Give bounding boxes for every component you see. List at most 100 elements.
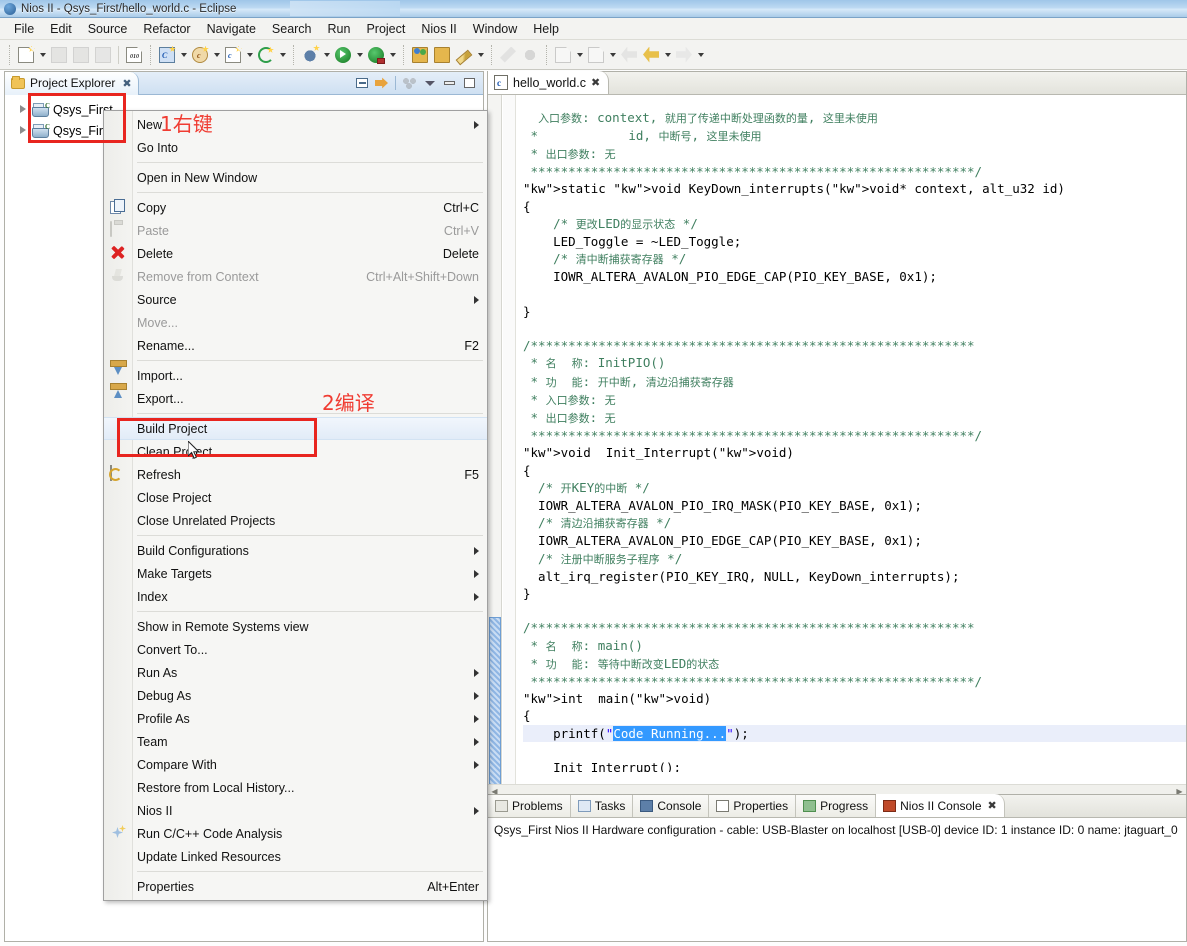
context-menu-item-copy[interactable]: Copy Ctrl+C: [104, 196, 487, 219]
maximize-button[interactable]: [461, 75, 478, 92]
context-menu-item-profile-as[interactable]: Profile As: [104, 707, 487, 730]
forward-button[interactable]: [673, 44, 695, 66]
close-icon[interactable]: ✖: [988, 799, 997, 812]
menu-project[interactable]: Project: [358, 20, 413, 38]
pencil-button[interactable]: [453, 44, 475, 66]
menu-source[interactable]: Source: [80, 20, 136, 38]
context-menu-item-run-c-c-code-analysis[interactable]: Run C/C++ Code Analysis: [104, 822, 487, 845]
save-button[interactable]: [48, 44, 70, 66]
search-references-button[interactable]: [497, 44, 519, 66]
new-file-dropdown[interactable]: [37, 44, 48, 66]
print-button[interactable]: [92, 44, 114, 66]
context-menu-item-import[interactable]: Import...: [104, 364, 487, 387]
context-menu-item-index[interactable]: Index: [104, 585, 487, 608]
tab-problems[interactable]: Problems: [488, 795, 571, 817]
run-dropdown[interactable]: [354, 44, 365, 66]
build-all-button[interactable]: [255, 44, 277, 66]
context-menu-item-close-project[interactable]: Close Project: [104, 486, 487, 509]
menu-navigate[interactable]: Navigate: [199, 20, 264, 38]
context-menu-item-go-into[interactable]: Go Into: [104, 136, 487, 159]
eclipse-icon: [4, 2, 16, 15]
open-perspective-button[interactable]: [431, 44, 453, 66]
build-all-dropdown[interactable]: [277, 44, 288, 66]
collapse-all-button[interactable]: [353, 75, 370, 92]
debug-dropdown[interactable]: [321, 44, 332, 66]
search-implementors-button[interactable]: [519, 44, 541, 66]
new-c-file-button[interactable]: c: [222, 44, 244, 66]
new-cpp-class-dropdown[interactable]: [211, 44, 222, 66]
debug-button[interactable]: [299, 44, 321, 66]
new-c-project-dropdown[interactable]: [178, 44, 189, 66]
context-menu-item-show-in-remote-systems-view[interactable]: Show in Remote Systems view: [104, 615, 487, 638]
menu-help[interactable]: Help: [525, 20, 567, 38]
menu-nios-ii[interactable]: Nios II: [413, 20, 464, 38]
tab-properties[interactable]: Properties: [709, 795, 797, 817]
run-button[interactable]: [332, 44, 354, 66]
back-dropdown[interactable]: [662, 44, 673, 66]
expand-arrow-icon[interactable]: [19, 105, 28, 114]
next-annotation-dropdown[interactable]: [574, 44, 585, 66]
menu-edit[interactable]: Edit: [42, 20, 80, 38]
close-icon[interactable]: ✖: [591, 76, 600, 89]
view-menu-button[interactable]: [421, 75, 438, 92]
menu-refactor[interactable]: Refactor: [135, 20, 198, 38]
external-tools-button[interactable]: [365, 44, 387, 66]
menu-run[interactable]: Run: [320, 20, 359, 38]
context-menu-item-compare-with[interactable]: Compare With: [104, 753, 487, 776]
tab-tasks[interactable]: Tasks: [570, 795, 634, 817]
menu-search[interactable]: Search: [264, 20, 320, 38]
prev-annotation-dropdown[interactable]: [607, 44, 618, 66]
context-menu-item-delete[interactable]: Delete Delete: [104, 242, 487, 265]
focus-on-active-task-button[interactable]: [401, 75, 418, 92]
context-menu-item-run-as[interactable]: Run As: [104, 661, 487, 684]
close-icon[interactable]: ✖: [122, 77, 131, 90]
new-c-project-button[interactable]: C: [156, 44, 178, 66]
editor-vertical-ruler[interactable]: [488, 95, 502, 792]
new-file-button[interactable]: [15, 44, 37, 66]
context-menu-item-properties[interactable]: Properties Alt+Enter: [104, 875, 487, 898]
pencil-dropdown[interactable]: [475, 44, 486, 66]
context-menu-item-restore-from-local-history[interactable]: Restore from Local History...: [104, 776, 487, 799]
context-menu-item-build-project[interactable]: Build Project: [104, 417, 487, 440]
link-with-editor-button[interactable]: [373, 75, 390, 92]
context-menu-item-team[interactable]: Team: [104, 730, 487, 753]
next-annotation-button[interactable]: [552, 44, 574, 66]
tab-project-explorer[interactable]: Project Explorer ✖: [5, 71, 139, 95]
context-menu-item-nios-ii[interactable]: Nios II: [104, 799, 487, 822]
minimize-button[interactable]: [441, 75, 458, 92]
editor-tabrow: c hello_world.c ✖: [488, 71, 1186, 95]
editor-folding-ruler[interactable]: [503, 95, 516, 784]
source-code-text[interactable]: 入口参数: context, 就用了传递中断处理函数的量, 这里未使用 * id…: [517, 108, 1186, 772]
tab-hello-world-c[interactable]: c hello_world.c ✖: [488, 71, 610, 94]
binary-toggle-button[interactable]: 010: [123, 44, 145, 66]
external-tools-dropdown[interactable]: [387, 44, 398, 66]
tab-progress[interactable]: Progress: [796, 795, 877, 817]
prev-annotation-button[interactable]: [585, 44, 607, 66]
context-menu-item-debug-as[interactable]: Debug As: [104, 684, 487, 707]
menu-window[interactable]: Window: [465, 20, 525, 38]
context-menu-item-make-targets[interactable]: Make Targets: [104, 562, 487, 585]
new-perspective-button[interactable]: [409, 44, 431, 66]
back-button[interactable]: [640, 44, 662, 66]
context-menu-item-open-in-new-window[interactable]: Open in New Window: [104, 166, 487, 189]
context-menu-item-rename[interactable]: Rename... F2: [104, 334, 487, 357]
context-menu-item-refresh[interactable]: Refresh F5: [104, 463, 487, 486]
nios-console-output[interactable]: Qsys_First Nios II Hardware configuratio…: [488, 818, 1186, 842]
forward-dropdown[interactable]: [695, 44, 706, 66]
context-menu-item-update-linked-resources[interactable]: Update Linked Resources: [104, 845, 487, 868]
code-editor[interactable]: 入口参数: context, 就用了传递中断处理函数的量, 这里未使用 * id…: [488, 95, 1186, 798]
expand-arrow-icon[interactable]: [19, 126, 28, 135]
new-c-file-dropdown[interactable]: [244, 44, 255, 66]
context-menu-item-convert-to[interactable]: Convert To...: [104, 638, 487, 661]
save-all-button[interactable]: [70, 44, 92, 66]
last-edit-location-button[interactable]: [618, 44, 640, 66]
new-cpp-class-button[interactable]: c: [189, 44, 211, 66]
tab-nios-ii-console[interactable]: Nios II Console ✖: [876, 794, 1005, 817]
tab-console[interactable]: Console: [633, 795, 710, 817]
context-menu-item-source[interactable]: Source: [104, 288, 487, 311]
context-menu-item-build-configurations[interactable]: Build Configurations: [104, 539, 487, 562]
menu-file[interactable]: File: [6, 20, 42, 38]
context-menu-item-export[interactable]: Export...: [104, 387, 487, 410]
context-menu-item-close-unrelated-projects[interactable]: Close Unrelated Projects: [104, 509, 487, 532]
context-menu-item-clean-project[interactable]: Clean Project: [104, 440, 487, 463]
